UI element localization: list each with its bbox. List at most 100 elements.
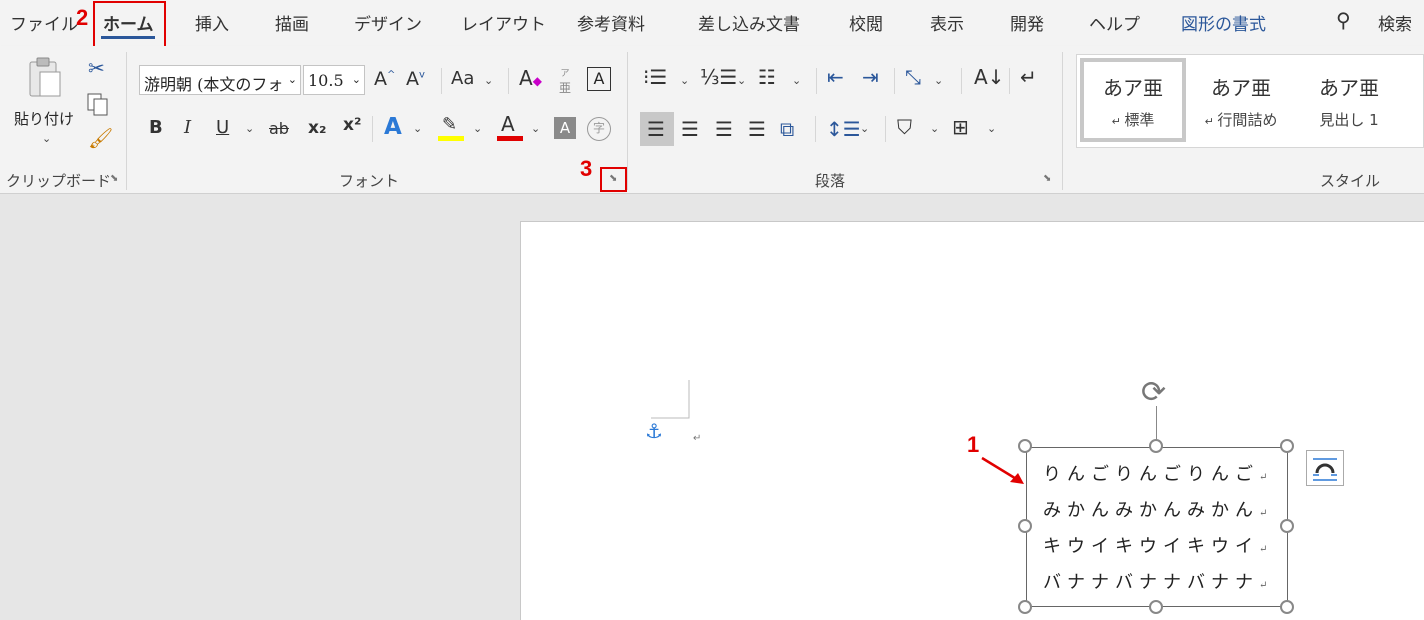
- character-shading-button[interactable]: A: [554, 117, 576, 139]
- search-label[interactable]: 検索: [1378, 10, 1412, 35]
- font-color-button[interactable]: A: [497, 114, 523, 142]
- tab-design[interactable]: デザイン: [354, 10, 422, 35]
- tab-mailings[interactable]: 差し込み文書: [698, 10, 800, 35]
- shading-chevron-icon[interactable]: ⌄: [930, 122, 939, 135]
- shading-icon[interactable]: ⛉: [897, 117, 912, 137]
- selected-text-box[interactable]: りんごりんごりんご↵ みかんみかんみかん↵ キウイキウイキウイ↵ バナナバナナバ…: [1026, 447, 1288, 607]
- decrease-indent-icon[interactable]: ⇤: [827, 67, 844, 87]
- highlight-color-button[interactable]: ✎: [438, 114, 464, 142]
- resize-handle-top[interactable]: [1149, 439, 1163, 453]
- text-box-line: バナナバナナバナナ↵: [1043, 572, 1268, 593]
- clipboard-dialog-launcher-icon[interactable]: ⬊: [110, 173, 118, 184]
- strikethrough-button[interactable]: ab: [269, 121, 289, 137]
- style-item-heading-1[interactable]: あア亜 見出し 1: [1296, 58, 1402, 142]
- resize-handle-bottom[interactable]: [1149, 600, 1163, 614]
- underline-chevron-icon[interactable]: ⌄: [245, 122, 254, 135]
- divider: [885, 116, 886, 142]
- chevron-down-icon: ⌄: [287, 73, 297, 86]
- paste-button[interactable]: 貼り付け ⌄: [12, 54, 78, 152]
- annotation-number-1: 1: [967, 432, 980, 457]
- distributed-icon[interactable]: ⧉: [780, 119, 794, 139]
- paste-chevron-down-icon[interactable]: ⌄: [42, 132, 51, 145]
- align-left-button[interactable]: ☰: [640, 112, 674, 146]
- tab-layout[interactable]: レイアウト: [461, 10, 546, 35]
- font-group-label: フォント: [339, 172, 400, 190]
- clipboard-group-label: クリップボード: [6, 172, 112, 190]
- copy-icon[interactable]: [86, 92, 110, 118]
- underline-button[interactable]: U: [216, 119, 229, 137]
- resize-handle-right[interactable]: [1280, 519, 1294, 533]
- resize-handle-bottom-right[interactable]: [1280, 600, 1294, 614]
- font-color-chevron-icon[interactable]: ⌄: [531, 122, 540, 135]
- change-case-button[interactable]: Aa: [451, 70, 474, 88]
- divider: [816, 68, 817, 94]
- superscript-button[interactable]: x²: [343, 117, 361, 134]
- bullets-chevron-icon[interactable]: ⌄: [680, 74, 689, 87]
- align-center-icon[interactable]: ☰: [681, 119, 699, 139]
- cut-icon[interactable]: ✂: [88, 58, 105, 78]
- text-box-line: りんごりんごりんご↵: [1043, 464, 1268, 485]
- change-case-chevron-icon[interactable]: ⌄: [484, 74, 493, 87]
- tab-draw[interactable]: 描画: [275, 10, 309, 35]
- grow-font-icon[interactable]: A^: [374, 70, 395, 89]
- bullets-icon[interactable]: ⁝☰: [643, 67, 667, 87]
- tab-references[interactable]: 参考資料: [577, 10, 645, 35]
- text-direction-icon[interactable]: ⤡: [905, 67, 921, 87]
- enclose-character-button[interactable]: A: [587, 67, 611, 91]
- font-name-combo[interactable]: 游明朝 (本文のフォ ⌄: [139, 65, 301, 95]
- tab-insert[interactable]: 挿入: [195, 10, 229, 35]
- tab-help[interactable]: ヘルプ: [1089, 10, 1140, 35]
- resize-handle-top-right[interactable]: [1280, 439, 1294, 453]
- numbering-chevron-icon[interactable]: ⌄: [737, 74, 746, 87]
- tab-shape-format[interactable]: 図形の書式: [1181, 10, 1266, 35]
- sort-icon[interactable]: A↓: [974, 67, 1004, 87]
- justify-icon[interactable]: ☰: [748, 119, 766, 139]
- clear-formatting-icon[interactable]: A◆: [519, 68, 542, 88]
- tab-file[interactable]: ファイル: [10, 10, 78, 35]
- subscript-button[interactable]: x₂: [308, 120, 326, 137]
- italic-button[interactable]: I: [184, 119, 191, 137]
- multilevel-chevron-icon[interactable]: ⌄: [792, 74, 801, 87]
- rotate-handle-icon[interactable]: ⟳: [1141, 378, 1166, 408]
- increase-indent-icon[interactable]: ⇥: [862, 67, 879, 87]
- font-size-combo[interactable]: 10.5 ⌄: [303, 65, 365, 95]
- tab-view[interactable]: 表示: [930, 10, 964, 35]
- line-spacing-chevron-icon[interactable]: ⌄: [860, 122, 869, 135]
- text-effects-chevron-icon[interactable]: ⌄: [413, 122, 422, 135]
- format-painter-icon[interactable]: 🖌: [88, 128, 113, 148]
- layout-options-button[interactable]: [1306, 450, 1344, 486]
- text-effects-button[interactable]: A: [384, 116, 402, 139]
- bold-button[interactable]: B: [149, 119, 163, 137]
- paragraph-mark: ↵: [693, 433, 702, 444]
- tab-developer[interactable]: 開発: [1010, 10, 1044, 35]
- text-direction-chevron-icon[interactable]: ⌄: [934, 74, 943, 87]
- align-left-icon: ☰: [647, 117, 665, 141]
- line-spacing-icon[interactable]: ↕☰: [826, 119, 861, 139]
- show-paragraph-marks-icon[interactable]: ↵: [1020, 67, 1037, 87]
- annotation-box-font-launcher: [600, 167, 627, 192]
- style-item-no-spacing[interactable]: あア亜 ↵ 行間詰め: [1188, 58, 1294, 142]
- search-icon[interactable]: ⚲: [1336, 10, 1351, 30]
- divider: [815, 116, 816, 142]
- phonetic-guide-button[interactable]: ア 亜: [556, 66, 574, 96]
- borders-icon[interactable]: ⊞: [952, 117, 969, 137]
- highlight-chevron-icon[interactable]: ⌄: [473, 122, 482, 135]
- style-name: 見出し 1: [1319, 111, 1379, 129]
- multilevel-list-icon[interactable]: ☷: [758, 67, 776, 87]
- resize-handle-top-left[interactable]: [1018, 439, 1032, 453]
- shrink-font-icon[interactable]: Av: [406, 70, 425, 89]
- ribbon-tab-bar: ファイル ホーム 挿入 描画 デザイン レイアウト 参考資料 差し込み文書 校閲…: [0, 0, 1424, 46]
- font-size-value: 10.5: [308, 71, 344, 90]
- borders-chevron-icon[interactable]: ⌄: [987, 122, 996, 135]
- align-right-icon[interactable]: ☰: [715, 119, 733, 139]
- style-item-standard[interactable]: あア亜 ↵ 標準: [1080, 58, 1186, 142]
- document-page[interactable]: ⚓ ↵: [520, 221, 1424, 620]
- anchor-icon: ⚓: [645, 419, 663, 443]
- resize-handle-left[interactable]: [1018, 519, 1032, 533]
- enclosed-characters-button[interactable]: 字: [587, 117, 611, 141]
- divider: [894, 68, 895, 94]
- resize-handle-bottom-left[interactable]: [1018, 600, 1032, 614]
- numbering-icon[interactable]: ⅓☰: [700, 67, 737, 87]
- paragraph-dialog-launcher-icon[interactable]: ⬊: [1043, 173, 1051, 184]
- tab-review[interactable]: 校閲: [849, 10, 883, 35]
